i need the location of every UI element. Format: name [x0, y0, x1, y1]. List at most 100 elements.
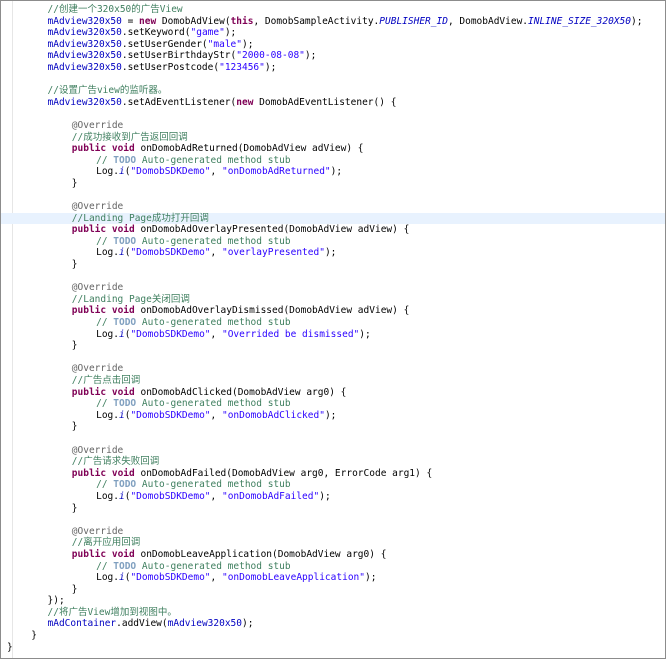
code-line[interactable]: @Override: [1, 363, 665, 375]
code-line[interactable]: [1, 190, 665, 202]
code-token-str: "onDomobAdReturned": [221, 166, 331, 178]
code-token-todo: TODO: [113, 317, 137, 329]
code-token-str: "DomobSDKDemo": [130, 328, 211, 340]
code-line[interactable]: //广告点击回调: [1, 375, 665, 387]
code-token-plain: ,: [210, 328, 222, 340]
code-line[interactable]: //创建一个320x50的广告View: [1, 4, 665, 16]
code-line[interactable]: [1, 271, 665, 283]
code-line[interactable]: // TODO Auto-generated method stub: [1, 155, 665, 167]
code-token-str: "game": [190, 27, 225, 39]
code-line[interactable]: mAdview320x50.setKeyword("game");: [1, 27, 665, 39]
code-token-kw: void: [111, 548, 135, 560]
code-line[interactable]: @Override: [1, 526, 665, 538]
code-line[interactable]: }: [1, 642, 665, 654]
code-token-plain: );: [359, 328, 371, 340]
code-token-cmt: //: [96, 479, 114, 491]
code-token-plain: }: [71, 421, 78, 433]
code-line[interactable]: Log.i("DomobSDKDemo", "onDomobLeaveAppli…: [1, 572, 665, 584]
code-token-plain: );: [241, 38, 254, 50]
code-area[interactable]: //创建一个320x50的广告View mAdview320x50 = new D…: [1, 4, 665, 653]
code-token-plain: =: [121, 15, 140, 27]
code-token-plain: }: [71, 259, 78, 271]
code-line[interactable]: public void onDomobAdOverlayDismissed(Do…: [1, 305, 665, 317]
code-token-plain: , DomobAdView.: [447, 15, 529, 27]
code-token-cmt: Auto-generated method stub: [136, 317, 291, 329]
code-token-plain: .setUserBirthdayStr(: [121, 50, 237, 62]
code-token-cmt: //Landing Page成功打开回调: [71, 212, 209, 224]
code-line[interactable]: [1, 514, 665, 526]
code-line[interactable]: //Landing Page成功打开回调: [1, 212, 665, 225]
code-line[interactable]: }: [1, 421, 665, 433]
code-token-str: "male": [207, 38, 242, 50]
code-line[interactable]: // TODO Auto-generated method stub: [1, 398, 665, 410]
code-token-cmt: //: [96, 398, 114, 410]
code-token-plain: ,: [210, 490, 222, 502]
code-token-plain: Log.: [96, 490, 119, 502]
code-line[interactable]: public void onDomobAdOverlayPresented(Do…: [1, 224, 665, 236]
code-line[interactable]: [1, 108, 665, 120]
code-line[interactable]: Log.i("DomobSDKDemo", "onDomobAdFailed")…: [1, 491, 665, 503]
code-token-str: "onDomobAdClicked": [221, 409, 325, 421]
code-line[interactable]: mAdview320x50.setUserPostcode("123456");: [1, 62, 665, 74]
code-token-todo: TODO: [113, 235, 137, 247]
code-line[interactable]: }: [1, 178, 665, 190]
code-line[interactable]: //广告请求失败回调: [1, 456, 665, 468]
code-line[interactable]: mAdview320x50.setUserGender("male");: [1, 39, 665, 51]
code-token-cmt: //: [96, 560, 114, 572]
code-token-var: mAdContainer: [47, 618, 117, 630]
code-line[interactable]: public void onDomobAdClicked(DomobAdView…: [1, 387, 665, 399]
code-token-plain: onDomobLeaveApplication(DomobAdView arg0…: [134, 548, 387, 560]
code-line[interactable]: }: [1, 630, 665, 642]
code-token-plain: );: [224, 27, 237, 39]
code-token-kw: public: [71, 224, 107, 236]
code-token-plain: Log.: [96, 409, 119, 421]
code-line[interactable]: mAdview320x50.setAdEventListener(new Dom…: [1, 97, 665, 109]
code-line[interactable]: });: [1, 595, 665, 607]
code-token-plain: }: [71, 340, 78, 352]
code-line[interactable]: //Landing Page关闭回调: [1, 294, 665, 306]
code-token-plain: }: [71, 502, 78, 514]
code-line[interactable]: Log.i("DomobSDKDemo", "onDomobAdClicked"…: [1, 410, 665, 422]
code-line[interactable]: }: [1, 503, 665, 515]
code-line[interactable]: Log.i("DomobSDKDemo", "overlayPresented"…: [1, 247, 665, 259]
code-token-ann: @Override: [71, 525, 124, 537]
code-token-field: PUBLISHER_ID: [379, 15, 448, 27]
code-line[interactable]: //成功接收到广告返回回调: [1, 132, 665, 144]
code-line[interactable]: //设置广告view的监听器。: [1, 85, 665, 97]
code-line[interactable]: public void onDomobLeaveApplication(Domo…: [1, 549, 665, 561]
code-line[interactable]: }: [1, 584, 665, 596]
code-line[interactable]: @Override: [1, 445, 665, 457]
code-token-str: "DomobSDKDemo": [130, 247, 211, 259]
code-token-cmt: //: [96, 317, 114, 329]
code-token-kw: public: [71, 386, 107, 398]
code-line[interactable]: }: [1, 340, 665, 352]
code-line[interactable]: @Override: [1, 201, 665, 213]
code-line[interactable]: //将广告View增加到视图中。: [1, 607, 665, 619]
code-line[interactable]: Log.i("DomobSDKDemo", "Overrided be dism…: [1, 329, 665, 341]
code-token-cmt: //离开应用回调: [71, 537, 141, 549]
code-token-cmt: Auto-generated method stub: [136, 235, 291, 247]
code-line[interactable]: public void onDomobAdReturned(DomobAdVie…: [1, 143, 665, 155]
code-line[interactable]: [1, 352, 665, 364]
code-line[interactable]: // TODO Auto-generated method stub: [1, 317, 665, 329]
code-token-str: "DomobSDKDemo": [130, 572, 211, 584]
code-line[interactable]: mAdContainer.addView(mAdview320x50);: [1, 618, 665, 630]
code-line[interactable]: @Override: [1, 282, 665, 294]
code-line[interactable]: //离开应用回调: [1, 537, 665, 549]
code-line[interactable]: // TODO Auto-generated method stub: [1, 561, 665, 573]
code-line[interactable]: [1, 74, 665, 86]
code-line[interactable]: mAdview320x50.setUserBirthdayStr("2000-0…: [1, 50, 665, 62]
code-token-cmt: //: [96, 235, 114, 247]
code-line[interactable]: }: [1, 259, 665, 271]
code-line[interactable]: [1, 433, 665, 445]
code-token-cmt: //设置广告view的监听器。: [47, 85, 168, 97]
code-token-plain: Log.: [96, 328, 119, 340]
code-line[interactable]: @Override: [1, 120, 665, 132]
code-line[interactable]: mAdview320x50 = new DomobAdView(this, Do…: [1, 16, 665, 28]
code-token-str: "onDomobLeaveApplication": [221, 572, 365, 584]
code-line[interactable]: // TODO Auto-generated method stub: [1, 236, 665, 248]
code-line[interactable]: Log.i("DomobSDKDemo", "onDomobAdReturned…: [1, 166, 665, 178]
code-token-kw: public: [71, 305, 107, 317]
code-line[interactable]: public void onDomobAdFailed(DomobAdView …: [1, 468, 665, 480]
code-line[interactable]: // TODO Auto-generated method stub: [1, 479, 665, 491]
